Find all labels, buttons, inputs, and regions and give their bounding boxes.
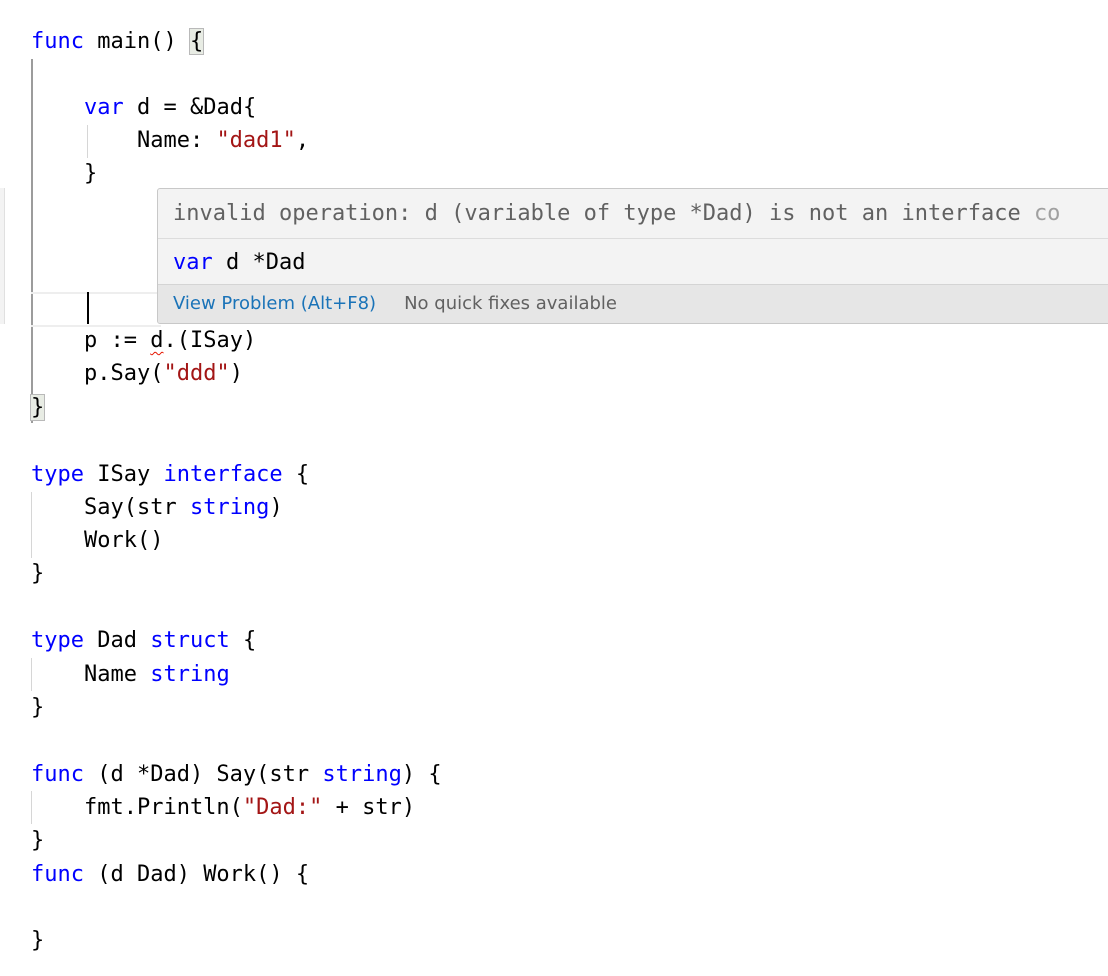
- code-line[interactable]: Name: "dad1",: [31, 124, 309, 157]
- code-line[interactable]: fmt.Println("Dad:" + str): [31, 791, 415, 824]
- matched-bracket: }: [29, 394, 46, 421]
- code-token: }: [31, 695, 45, 720]
- code-line[interactable]: func main() {: [31, 25, 205, 58]
- code-line[interactable]: }: [29, 391, 46, 424]
- code-token: ISay: [83, 462, 164, 487]
- keyword-token: func: [31, 762, 84, 787]
- code-token: Name:: [31, 128, 217, 153]
- code-line[interactable]: func (d Dad) Work() {: [31, 858, 309, 891]
- code-editor[interactable]: func main() { var d = &Dad{ Name: "dad1"…: [0, 0, 1108, 976]
- code-token: .(ISay): [163, 328, 257, 353]
- error-message: invalid operation: d (variable of type *…: [158, 189, 1108, 239]
- code-token: (d *Dad) Say(str: [83, 762, 323, 787]
- keyword-token: func: [31, 29, 84, 54]
- code-token: ,: [295, 128, 310, 153]
- keyword-token: string: [189, 495, 270, 520]
- code-token: Work(): [31, 528, 164, 553]
- code-line[interactable]: }: [31, 824, 44, 857]
- code-line[interactable]: Name string: [31, 658, 230, 691]
- code-line[interactable]: var d = &Dad{: [31, 91, 256, 124]
- code-token: fmt.Println(: [31, 795, 243, 820]
- no-quick-fixes-label: No quick fixes available: [404, 293, 617, 314]
- code-line[interactable]: func (d *Dad) Say(str string) {: [31, 758, 442, 791]
- code-token: }: [31, 161, 98, 186]
- code-token: {: [229, 628, 257, 653]
- keyword-token: string: [150, 662, 230, 687]
- code-line[interactable]: }: [31, 157, 97, 190]
- code-line[interactable]: p.Say("ddd"): [31, 357, 243, 390]
- problem-hover-widget: invalid operation: d (variable of type *…: [157, 188, 1108, 324]
- matched-bracket: {: [188, 28, 205, 55]
- code-line[interactable]: }: [31, 691, 44, 724]
- code-line[interactable]: Work(): [31, 524, 163, 557]
- code-token: Say(str: [31, 495, 190, 520]
- keyword-token: struct: [150, 628, 230, 653]
- code-token: }: [31, 828, 45, 853]
- code-token: }: [31, 561, 45, 586]
- side-panel-edge: [0, 188, 5, 324]
- code-line[interactable]: type ISay interface {: [31, 458, 309, 491]
- code-token: p :=: [31, 328, 151, 353]
- text-cursor: [87, 292, 89, 324]
- string-token: "dad1": [216, 128, 296, 153]
- signature-type: d *Dad: [212, 250, 306, 275]
- code-line[interactable]: }: [31, 924, 44, 957]
- hover-status-bar: View Problem (Alt+F8) No quick fixes avai…: [158, 284, 1108, 323]
- code-token: Dad: [83, 628, 151, 653]
- code-token: ) {: [401, 762, 442, 787]
- code-token: ): [269, 495, 283, 520]
- view-problem-link[interactable]: View Problem (Alt+F8): [173, 293, 376, 314]
- string-token: "Dad:": [242, 795, 323, 820]
- code-line[interactable]: type Dad struct {: [31, 624, 256, 657]
- code-line[interactable]: Say(str string): [31, 491, 283, 524]
- error-squiggle-token: d: [150, 328, 164, 353]
- code-token: Name: [31, 662, 151, 687]
- code-token: ): [229, 361, 243, 386]
- keyword-token: string: [322, 762, 402, 787]
- code-token: }: [31, 928, 45, 953]
- current-line-highlight: [31, 292, 161, 327]
- code-token: {: [282, 462, 310, 487]
- code-line[interactable]: p := d.(ISay): [31, 324, 256, 357]
- keyword-token: var: [83, 95, 124, 120]
- keyword-token: type: [31, 462, 84, 487]
- signature-keyword: var: [173, 250, 213, 275]
- keyword-token: interface: [163, 462, 283, 487]
- code-token: d = &Dad{: [123, 95, 257, 120]
- keyword-token: func: [31, 862, 84, 887]
- keyword-token: type: [31, 628, 84, 653]
- error-message-overflow: co: [1033, 201, 1061, 226]
- error-message-text: invalid operation: d (variable of type *…: [173, 201, 1034, 226]
- code-token: (d Dad) Work() {: [83, 862, 310, 887]
- string-token: "ddd": [163, 361, 230, 386]
- code-line[interactable]: }: [31, 557, 44, 590]
- code-token: p.Say(: [31, 361, 164, 386]
- code-token: + str): [322, 795, 416, 820]
- code-token: main(): [83, 29, 190, 54]
- hover-signature: var d *Dad: [158, 239, 1108, 287]
